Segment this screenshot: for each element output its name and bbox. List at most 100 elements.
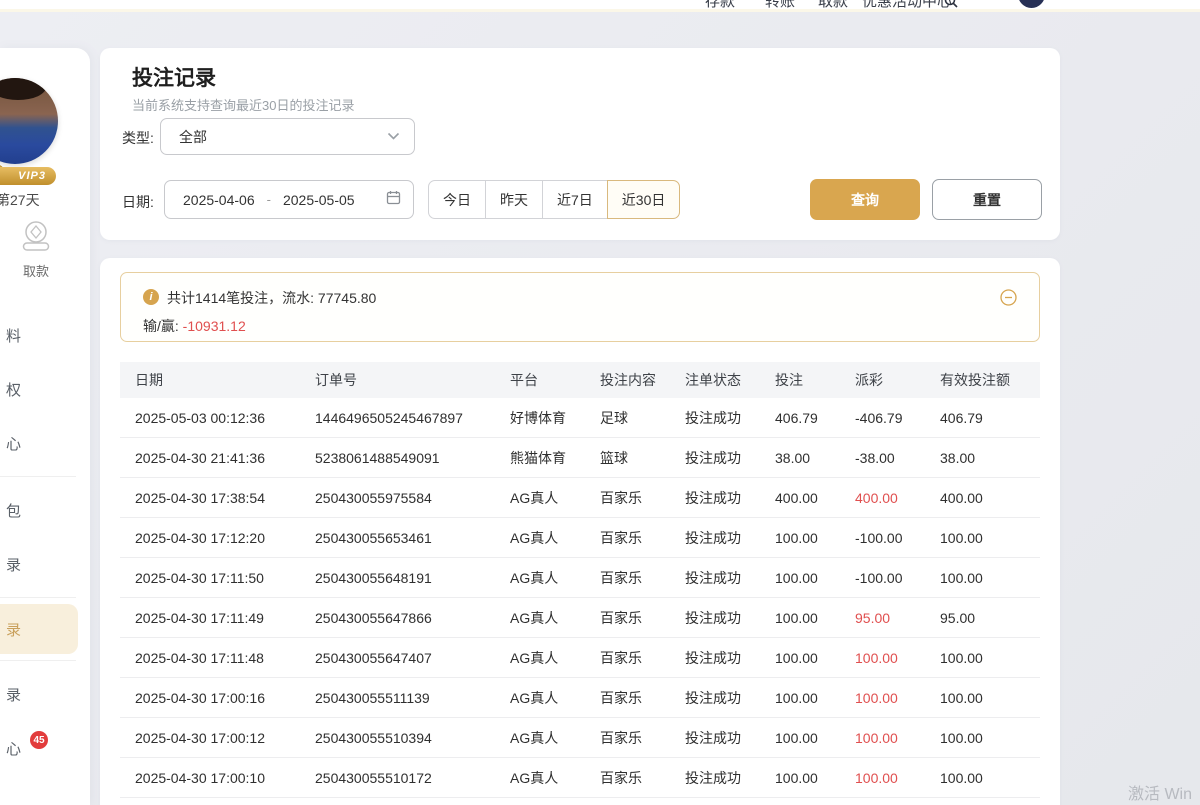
quick-range-button[interactable]: 近7日 — [542, 180, 608, 219]
cell-payout: 100.00 — [840, 770, 925, 786]
cell-content: 百家乐 — [585, 608, 670, 628]
type-filter-label: 类型: — [122, 128, 154, 148]
date-end-value: 2025-05-05 — [283, 192, 355, 208]
cell-bet: 100.00 — [760, 730, 840, 746]
cell-bet: 100.00 — [760, 570, 840, 586]
cell-content: 百家乐 — [585, 488, 670, 508]
cell-order_no: 250430055653461 — [300, 530, 495, 546]
topnav-item[interactable]: 存款 — [705, 0, 735, 11]
sidebar-item-label: 录 — [0, 684, 21, 705]
sidebar-item[interactable]: 包 — [0, 483, 90, 537]
cell-status: 投注成功 — [670, 768, 760, 788]
type-select[interactable]: 全部 — [160, 118, 415, 155]
cell-content: 篮球 — [585, 448, 670, 468]
cell-payout: 100.00 — [840, 730, 925, 746]
cell-date: 2025-04-30 21:41:36 — [120, 450, 300, 466]
search-icon[interactable] — [944, 0, 958, 12]
cell-order_no: 250430055975584 — [300, 490, 495, 506]
quick-range-button[interactable]: 近30日 — [607, 180, 681, 219]
user-avatar[interactable] — [0, 78, 58, 164]
cell-bet: 100.00 — [760, 530, 840, 546]
cell-content: 百家乐 — [585, 688, 670, 708]
table-body: 2025-05-03 00:12:361446496505245467897好博… — [120, 398, 1040, 798]
reset-button[interactable]: 重置 — [932, 179, 1042, 220]
cell-platform: AG真人 — [495, 488, 585, 508]
collapse-icon[interactable] — [1000, 289, 1017, 311]
cell-date: 2025-04-30 17:38:54 — [120, 490, 300, 506]
sidebar-item-label: 包 — [0, 500, 21, 521]
cell-date: 2025-04-30 17:11:50 — [120, 570, 300, 586]
table-row: 2025-04-30 17:38:54250430055975584AG真人百家… — [120, 478, 1040, 518]
query-button[interactable]: 查询 — [810, 179, 920, 220]
topbar-user-avatar[interactable] — [1018, 0, 1045, 8]
summary-banner: i 共计1414笔投注，流水: 77745.80 输/赢: -10931.12 — [120, 272, 1040, 342]
win-loss-line: 输/赢: -10931.12 — [143, 316, 246, 336]
topnav-item[interactable]: 优惠活动中心 — [862, 0, 952, 11]
cell-payout: -100.00 — [840, 570, 925, 586]
sidebar-item-label: 录 — [0, 554, 21, 575]
cell-payout: 100.00 — [840, 690, 925, 706]
cell-valid_bet: 100.00 — [925, 530, 1040, 546]
table-row: 2025-04-30 17:00:16250430055511139AG真人百家… — [120, 678, 1040, 718]
table-row: 2025-04-30 17:11:48250430055647407AG真人百家… — [120, 638, 1040, 678]
cell-payout: 95.00 — [840, 610, 925, 626]
table-row: 2025-04-30 21:41:365238061488549091熊猫体育篮… — [120, 438, 1040, 478]
top-navigation-bar: 存款 转账 取款 优惠活动中心 — [0, 0, 1200, 12]
summary-totals-text: 共计1414笔投注，流水: 77745.80 — [167, 288, 376, 308]
sidebar-item[interactable]: 录 — [0, 537, 90, 591]
topnav-item[interactable]: 取款 — [818, 0, 848, 11]
column-header: 投注内容 — [585, 370, 670, 390]
cell-order_no: 250430055647407 — [300, 650, 495, 666]
sidebar-item-label: 心 — [0, 738, 21, 759]
cell-payout: 100.00 — [840, 650, 925, 666]
topnav-item[interactable]: 转账 — [765, 0, 795, 11]
sidebar-item[interactable]: 录 — [0, 667, 90, 721]
records-card: i 共计1414笔投注，流水: 77745.80 输/赢: -10931.12 … — [100, 258, 1060, 805]
cell-platform: AG真人 — [495, 768, 585, 788]
sidebar: VIP3 第27天 取款 料权心包录录录心45 — [0, 48, 90, 805]
page-subtitle: 当前系统支持查询最近30日的投注记录 — [132, 95, 354, 114]
cell-platform: AG真人 — [495, 568, 585, 588]
cell-status: 投注成功 — [670, 408, 760, 428]
activate-windows-watermark: 激活 Win — [1128, 780, 1192, 804]
cell-payout: -406.79 — [840, 410, 925, 426]
date-separator: - — [267, 192, 271, 207]
cell-platform: AG真人 — [495, 648, 585, 668]
table-row: 2025-04-30 17:11:50250430055648191AG真人百家… — [120, 558, 1040, 598]
table-row: 2025-04-30 17:00:12250430055510394AG真人百家… — [120, 718, 1040, 758]
cell-order_no: 250430055510172 — [300, 770, 495, 786]
cell-valid_bet: 100.00 — [925, 730, 1040, 746]
sidebar-item[interactable]: 权 — [0, 362, 90, 416]
cell-platform: 熊猫体育 — [495, 448, 585, 468]
table-row: 2025-04-30 17:11:49250430055647866AG真人百家… — [120, 598, 1040, 638]
sidebar-item-label: 权 — [0, 379, 21, 400]
notification-badge: 45 — [30, 731, 48, 749]
sidebar-item[interactable]: 料 — [0, 308, 90, 362]
info-icon: i — [143, 289, 159, 305]
cell-status: 投注成功 — [670, 528, 760, 548]
column-header: 有效投注额 — [925, 370, 1040, 390]
cell-order_no: 5238061488549091 — [300, 450, 495, 466]
cell-status: 投注成功 — [670, 688, 760, 708]
date-range-input[interactable]: 2025-04-06 - 2025-05-05 — [164, 180, 414, 219]
cell-bet: 38.00 — [760, 450, 840, 466]
column-header: 日期 — [120, 370, 300, 390]
withdraw-gem-icon — [18, 241, 54, 258]
sidebar-withdraw[interactable]: 取款 — [0, 218, 72, 280]
sidebar-item[interactable]: 心 45 — [0, 721, 90, 775]
cell-content: 百家乐 — [585, 728, 670, 748]
cell-date: 2025-04-30 17:00:12 — [120, 730, 300, 746]
sidebar-item[interactable]: 心 — [0, 416, 90, 470]
cell-status: 投注成功 — [670, 648, 760, 668]
cell-order_no: 250430055511139 — [300, 690, 495, 706]
quick-range-button[interactable]: 昨天 — [485, 180, 543, 219]
cell-content: 百家乐 — [585, 568, 670, 588]
column-header: 注单状态 — [670, 370, 760, 390]
cell-bet: 406.79 — [760, 410, 840, 426]
cell-bet: 100.00 — [760, 690, 840, 706]
sidebar-item[interactable]: 录 — [0, 604, 78, 654]
sidebar-item-label: 心 — [0, 433, 21, 454]
quick-range-button[interactable]: 今日 — [428, 180, 486, 219]
column-header: 平台 — [495, 370, 585, 390]
cell-status: 投注成功 — [670, 488, 760, 508]
